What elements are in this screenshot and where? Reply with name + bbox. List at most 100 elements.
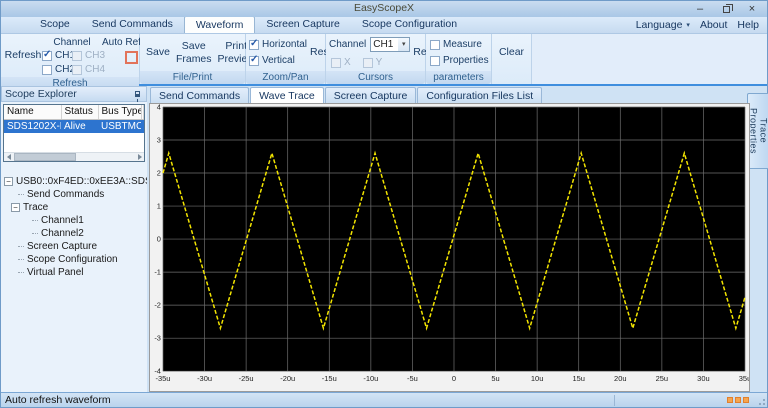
scroll-left-icon[interactable]: [4, 153, 13, 161]
zoom-pan-group-label: Zoom/Pan: [246, 71, 325, 84]
menu-tab-send-commands[interactable]: Send Commands: [81, 16, 184, 33]
svg-text:-5u: -5u: [407, 374, 418, 383]
horizontal-checkbox[interactable]: Horizontal: [249, 38, 307, 50]
resize-grip[interactable]: [753, 394, 767, 407]
tree-item-send-commands[interactable]: Send Commands: [4, 188, 147, 201]
collapse-icon[interactable]: −: [11, 203, 20, 212]
svg-text:-3: -3: [154, 334, 161, 343]
checkbox-box-icon: [42, 64, 52, 75]
ch2-checkbox[interactable]: CH2: [42, 64, 75, 75]
chevron-down-icon: ▾: [686, 22, 690, 29]
restore-icon: [722, 3, 733, 13]
tree-item-channel2[interactable]: Channel2: [4, 227, 147, 240]
svg-text:-15u: -15u: [322, 374, 337, 383]
tab-send-commands[interactable]: Send Commands: [150, 87, 250, 103]
vertical-checkbox[interactable]: Vertical: [249, 54, 307, 66]
cursor-y-checkbox[interactable]: Y: [362, 57, 382, 68]
svg-text:15u: 15u: [572, 374, 584, 383]
save-frames-button[interactable]: Save Frames: [173, 36, 215, 69]
column-header-status[interactable]: Status: [61, 105, 99, 120]
cursor-channel-label: Channel: [329, 39, 367, 50]
clear-button[interactable]: Clear: [496, 45, 527, 59]
window-title: EasyScopeX: [353, 2, 415, 14]
svg-text:4: 4: [157, 104, 161, 111]
checkbox-box-icon: [42, 49, 52, 61]
measure-checkbox[interactable]: Measure: [430, 39, 488, 50]
chevron-down-icon[interactable]: ▾: [398, 38, 410, 51]
cursor-x-checkbox[interactable]: X: [331, 57, 351, 68]
ribbon-empty-area: [532, 34, 767, 84]
save-button[interactable]: Save: [143, 36, 173, 69]
restore-button[interactable]: [713, 1, 739, 17]
ch3-checkbox[interactable]: CH3: [72, 50, 105, 61]
svg-text:-30u: -30u: [197, 374, 212, 383]
checkbox-box-icon: [430, 55, 440, 66]
menu-tab-waveform[interactable]: Waveform: [183, 16, 256, 33]
tree-root-usb-device[interactable]: − USB0::0xF4ED::0xEE3A::SDS1ECDD2R: [4, 175, 147, 188]
auto-refresh-indicator[interactable]: [124, 51, 138, 64]
activity-indicator-icon: [727, 397, 749, 403]
tab-wave-trace[interactable]: Wave Trace: [250, 87, 324, 103]
tree-item-channel1[interactable]: Channel1: [4, 214, 147, 227]
tab-screen-capture[interactable]: Screen Capture: [324, 87, 417, 103]
checkbox-box-icon: [72, 64, 82, 75]
pin-button[interactable]: [131, 88, 143, 102]
status-bar: Auto refresh waveform: [1, 392, 767, 407]
svg-text:20u: 20u: [614, 374, 626, 383]
svg-text:1: 1: [157, 202, 161, 211]
column-header-name[interactable]: Name: [4, 105, 62, 120]
right-dock-strip: Trace Properties: [746, 86, 768, 392]
clear-group: Clear: [492, 34, 532, 84]
svg-text:-1: -1: [154, 268, 161, 277]
svg-text:5u: 5u: [491, 374, 499, 383]
svg-text:-10u: -10u: [363, 374, 378, 383]
column-header-bus-type[interactable]: Bus Type: [98, 105, 142, 120]
menu-tab-scope-configuration[interactable]: Scope Configuration: [351, 16, 468, 33]
channel-label: Channel: [53, 37, 91, 48]
checkbox-box-icon: [72, 50, 82, 61]
svg-text:-25u: -25u: [239, 374, 254, 383]
scroll-right-icon[interactable]: [135, 153, 144, 161]
content-area: Send Commands Wave Trace Screen Capture …: [149, 86, 750, 392]
ch4-checkbox[interactable]: CH4: [72, 64, 105, 75]
explorer-tree-items: Send Commands − Trace Channel1 Channel2 Scree…: [4, 188, 147, 279]
menu-tab-screen-capture[interactable]: Screen Capture: [255, 16, 351, 33]
device-address-cell: U: [141, 119, 144, 133]
svg-text:0: 0: [452, 374, 456, 383]
table-row-sds1202x-e[interactable]: SDS1202X-E Alive USBTMC U: [4, 119, 144, 133]
svg-text:-20u: -20u: [280, 374, 295, 383]
scrollbar-thumb[interactable]: [14, 153, 76, 161]
properties-checkbox[interactable]: Properties: [430, 55, 489, 66]
status-message: Auto refresh waveform: [5, 394, 111, 406]
horizontal-scrollbar[interactable]: [4, 152, 144, 161]
svg-text:-2: -2: [154, 301, 161, 310]
cursor-channel-select[interactable]: CH1 ▾: [370, 37, 411, 52]
menu-tab-scope[interactable]: Scope: [29, 16, 81, 33]
checkbox-box-icon: [362, 57, 373, 68]
menu-bar: Scope Send Commands Waveform Screen Capt…: [1, 16, 767, 34]
svg-text:25u: 25u: [656, 374, 668, 383]
tree-item-screen-capture[interactable]: Screen Capture: [4, 240, 147, 253]
tree-item-virtual-panel[interactable]: Virtual Panel: [4, 266, 147, 279]
collapse-icon[interactable]: −: [4, 177, 13, 186]
ch1-checkbox[interactable]: CH1: [42, 49, 75, 61]
svg-text:10u: 10u: [531, 374, 543, 383]
language-menu[interactable]: Language: [636, 19, 683, 31]
tab-configuration-files-list[interactable]: Configuration Files List: [417, 87, 543, 103]
device-status-cell: Alive: [61, 119, 98, 133]
scope-explorer-header: Scope Explorer: [1, 86, 147, 102]
wave-trace-chart[interactable]: 4 3 2 1 0 -1 -2 -3 -4 -35u -30u -25u -20u -15u -10u -5u…: [149, 103, 750, 392]
refresh-button[interactable]: Refresh: [2, 48, 45, 62]
about-menu[interactable]: About: [700, 19, 727, 31]
pin-icon: [134, 91, 140, 102]
cursors-group-label: Cursors: [326, 71, 425, 84]
help-menu[interactable]: Help: [737, 19, 759, 31]
close-button[interactable]: ×: [739, 1, 765, 17]
svg-text:-35u: -35u: [156, 374, 171, 383]
column-header-address[interactable]: A: [141, 105, 144, 120]
tree-item-scope-configuration[interactable]: Scope Configuration: [4, 253, 147, 266]
ribbon-toolbar: Refresh Channel CH1 CH3 CH2 CH4 Auto Ref…: [1, 34, 767, 90]
easyscopex-window: EasyScopeX – × Scope Send Commands Wavef…: [0, 0, 768, 408]
tree-item-trace[interactable]: − Trace: [4, 201, 147, 214]
minimize-button[interactable]: –: [687, 1, 713, 17]
